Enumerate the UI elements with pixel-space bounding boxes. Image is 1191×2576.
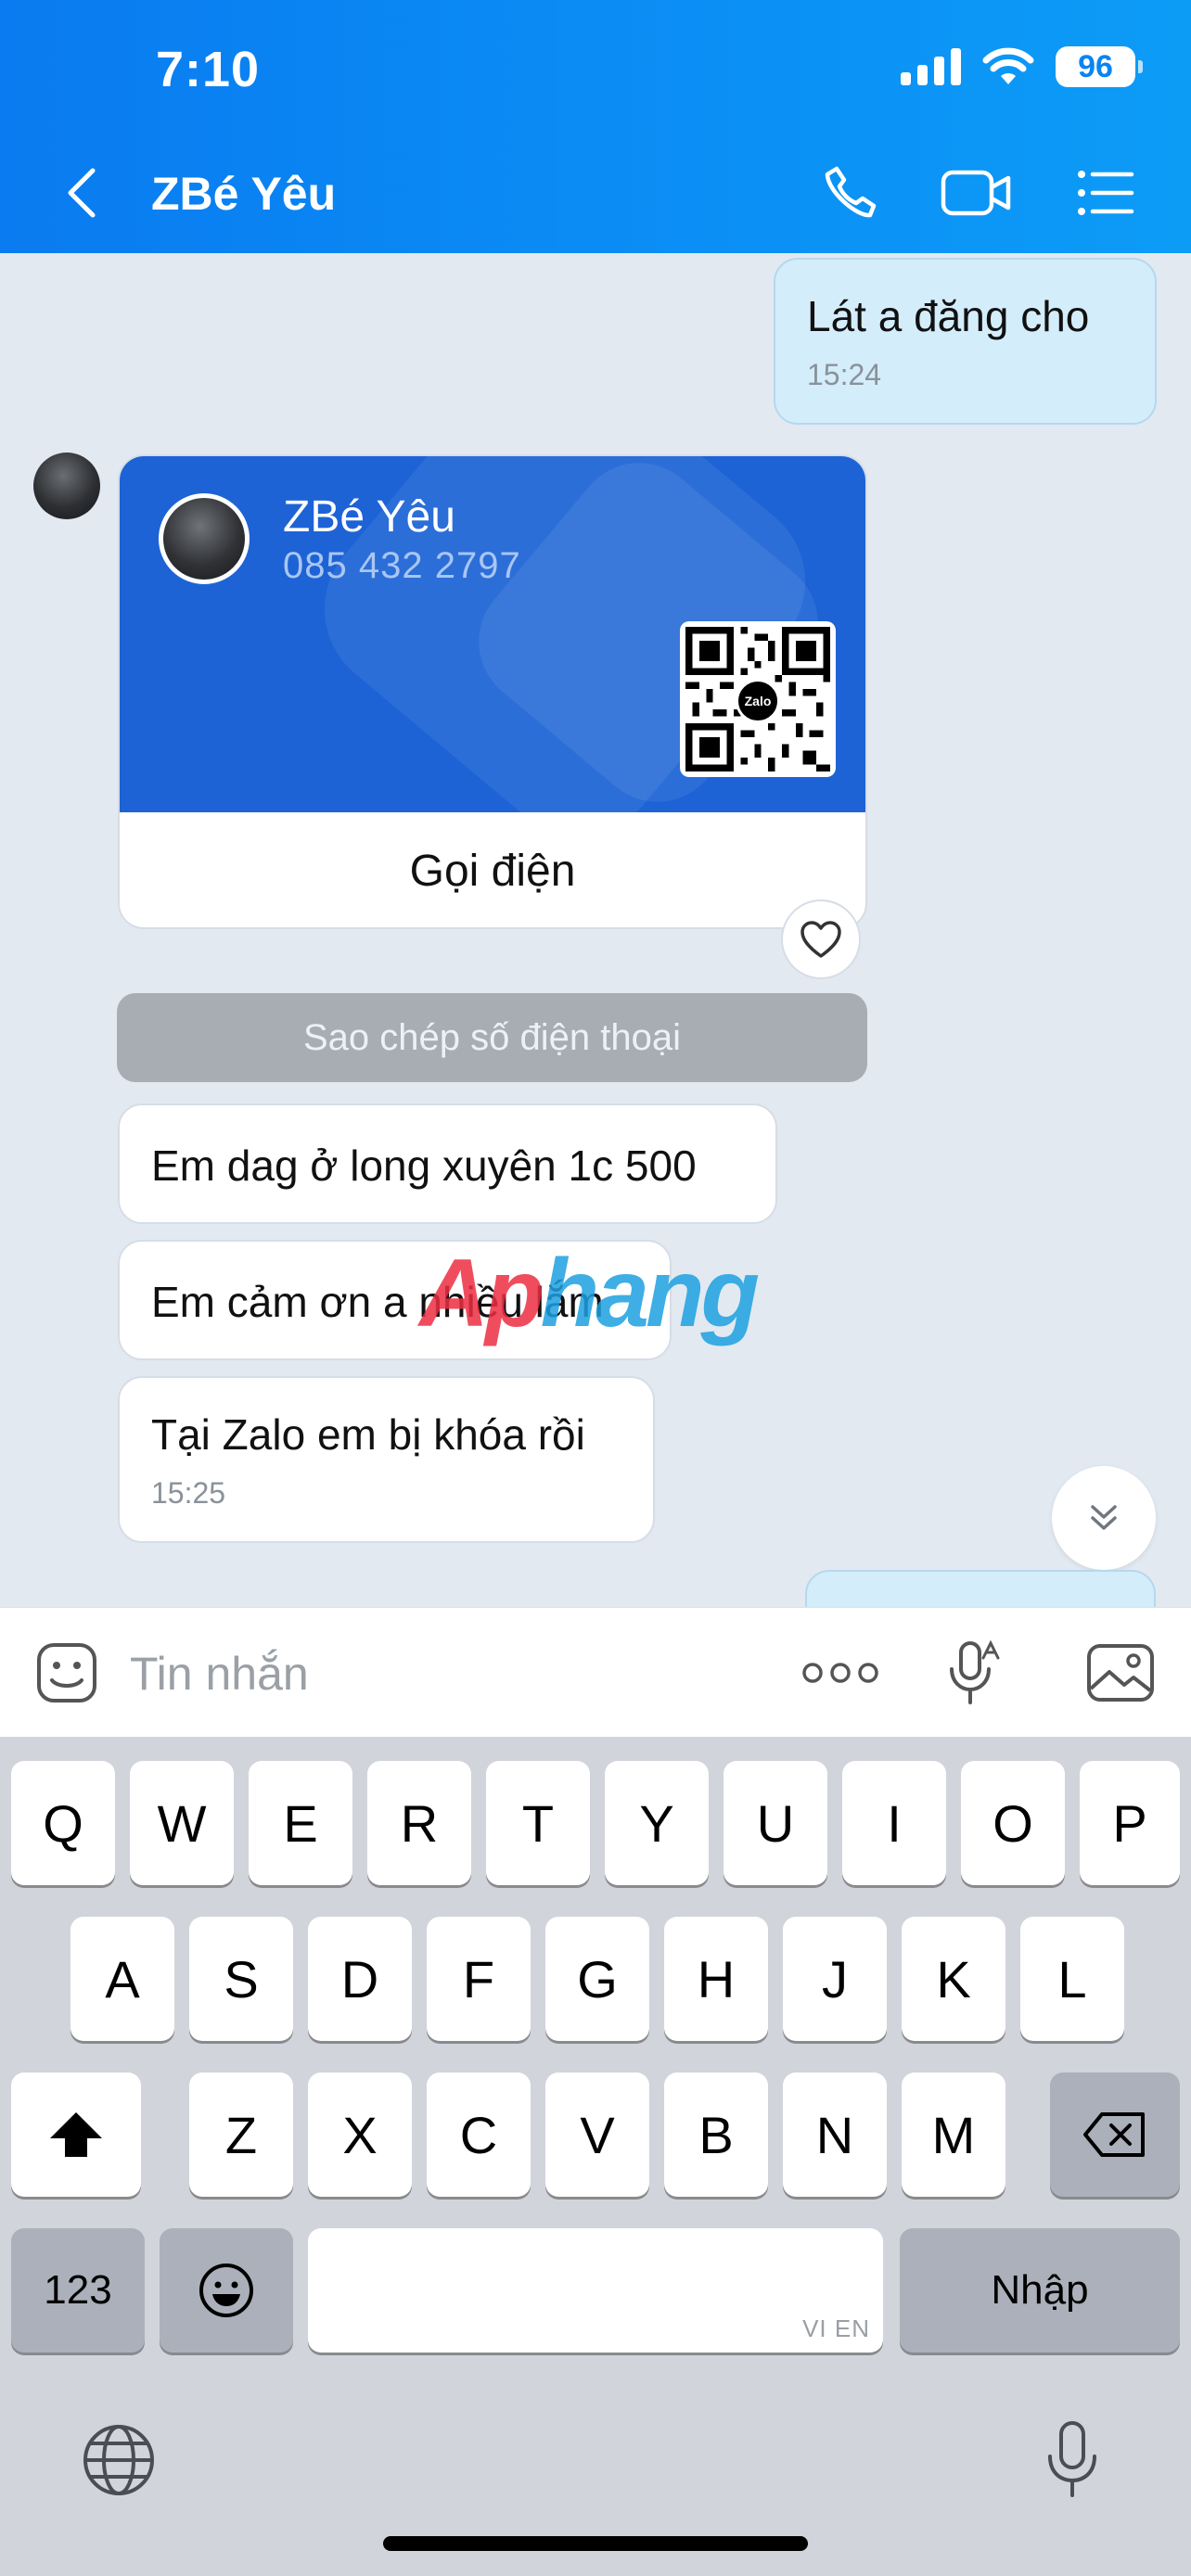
return-key[interactable]: Nhập [900,2228,1180,2353]
key-n[interactable]: N [783,2072,887,2197]
more-options-button[interactable] [796,1628,885,1717]
numbers-key[interactable]: 123 [11,2228,145,2353]
dictation-button[interactable] [1026,2414,1119,2506]
key-x[interactable]: X [308,2072,412,2197]
key-i[interactable]: I [842,1761,946,1885]
key-k[interactable]: K [902,1917,1005,2041]
double-chevron-down-icon [1091,1505,1117,1530]
key-a[interactable]: A [70,1917,174,2041]
emoji-key[interactable] [160,2228,293,2353]
wifi-icon [982,47,1034,84]
space-key[interactable]: VI EN [308,2228,883,2353]
incoming-message[interactable]: Em cảm ơn a nhiều lắm [118,1240,672,1360]
shift-key[interactable] [11,2072,141,2197]
message-input[interactable] [130,1641,724,1706]
key-y[interactable]: Y [605,1761,709,1885]
copy-phone-button[interactable]: Sao chép số điện thoại [117,993,867,1082]
backspace-key[interactable] [1050,2072,1180,2197]
call-button[interactable]: Gọi điện [120,812,865,927]
message-text: Tại Zalo em bị khóa rồi [151,1410,585,1459]
key-b[interactable]: B [664,2072,768,2197]
back-button[interactable] [54,156,109,230]
message-time: 15:25 [151,1476,226,1510]
key-c[interactable]: C [427,2072,531,2197]
contact-card-header: ZBé Yêu 085 432 2797 Zalo [120,456,865,812]
cellular-signal-icon [901,48,961,85]
card-avatar [159,493,250,584]
video-call-button[interactable] [940,156,1014,230]
message-text: Em dag ở long xuyên 1c 500 [151,1141,697,1190]
scroll-to-bottom-button[interactable] [1052,1466,1156,1570]
menu-button[interactable] [1069,156,1143,230]
virtual-keyboard: Q W E R T Y U I O P A S D F G H J K L Z … [0,1737,1191,2576]
microphone-icon [950,1639,1000,1704]
key-e[interactable]: E [249,1761,352,1885]
key-z[interactable]: Z [189,2072,293,2197]
status-time: 7:10 [156,42,261,97]
globe-button[interactable] [72,2414,165,2506]
voice-to-text-button[interactable] [929,1628,1018,1717]
qr-code: Zalo [680,621,836,777]
key-p[interactable]: P [1080,1761,1180,1885]
message-time: 15:24 [807,358,882,391]
contact-name-title[interactable]: ZBé Yêu [151,167,336,221]
message-text: Em cảm ơn a nhiều lắm [151,1278,604,1326]
chevron-left-icon [68,168,96,218]
status-icons: 96 [901,46,1143,87]
key-d[interactable]: D [308,1917,412,2041]
heart-icon [800,921,841,958]
message-text: Lát a đăng cho [807,292,1090,340]
backspace-icon [1083,2112,1145,2157]
card-contact-name: ZBé Yêu [283,492,455,542]
image-picker-button[interactable] [1076,1628,1165,1717]
message-input-bar [0,1607,1191,1737]
battery-indicator: 96 [1056,46,1143,87]
globe-icon [83,2425,154,2495]
key-l[interactable]: L [1020,1917,1124,2041]
chat-header: 7:10 96 ZBé Yêu [0,0,1191,253]
emoji-face-icon [199,2264,253,2317]
key-r[interactable]: R [367,1761,471,1885]
microphone-icon [1048,2421,1096,2497]
key-m[interactable]: M [902,2072,1005,2197]
key-j[interactable]: J [783,1917,887,2041]
key-w[interactable]: W [130,1761,234,1885]
emoji-sticker-icon [37,1643,96,1702]
outgoing-message[interactable]: Lát a đăng cho 15:24 [774,258,1157,425]
contact-avatar[interactable] [33,453,100,519]
image-icon [1087,1644,1154,1702]
key-o[interactable]: O [961,1761,1065,1885]
key-h[interactable]: H [664,1917,768,2041]
card-phone-number: 085 432 2797 [283,545,521,586]
contact-card-message[interactable]: ZBé Yêu 085 432 2797 Zalo Gọi điện [118,454,867,929]
zalo-logo: Zalo [736,679,780,723]
key-t[interactable]: T [486,1761,590,1885]
shift-arrow-icon [50,2112,102,2157]
home-indicator[interactable] [383,2536,808,2551]
sticker-button[interactable] [22,1628,111,1717]
key-g[interactable]: G [545,1917,649,2041]
voice-call-button[interactable] [813,156,887,230]
key-s[interactable]: S [189,1917,293,2041]
message-list[interactable]: Lát a đăng cho 15:24 ZBé Yêu 085 432 279… [0,253,1191,1607]
key-f[interactable]: F [427,1917,531,2041]
video-camera-icon [941,170,1011,216]
language-hint: VI EN [802,2315,870,2342]
key-v[interactable]: V [545,2072,649,2197]
key-u[interactable]: U [724,1761,827,1885]
phone-icon [825,166,877,218]
incoming-message[interactable]: Em dag ở long xuyên 1c 500 [118,1103,777,1224]
outgoing-message-partial[interactable] [805,1570,1156,1607]
react-button[interactable] [781,899,861,979]
more-dots-icon [802,1663,878,1683]
list-menu-icon [1078,171,1134,215]
key-q[interactable]: Q [11,1761,115,1885]
incoming-message[interactable]: Tại Zalo em bị khóa rồi 15:25 [118,1376,655,1543]
